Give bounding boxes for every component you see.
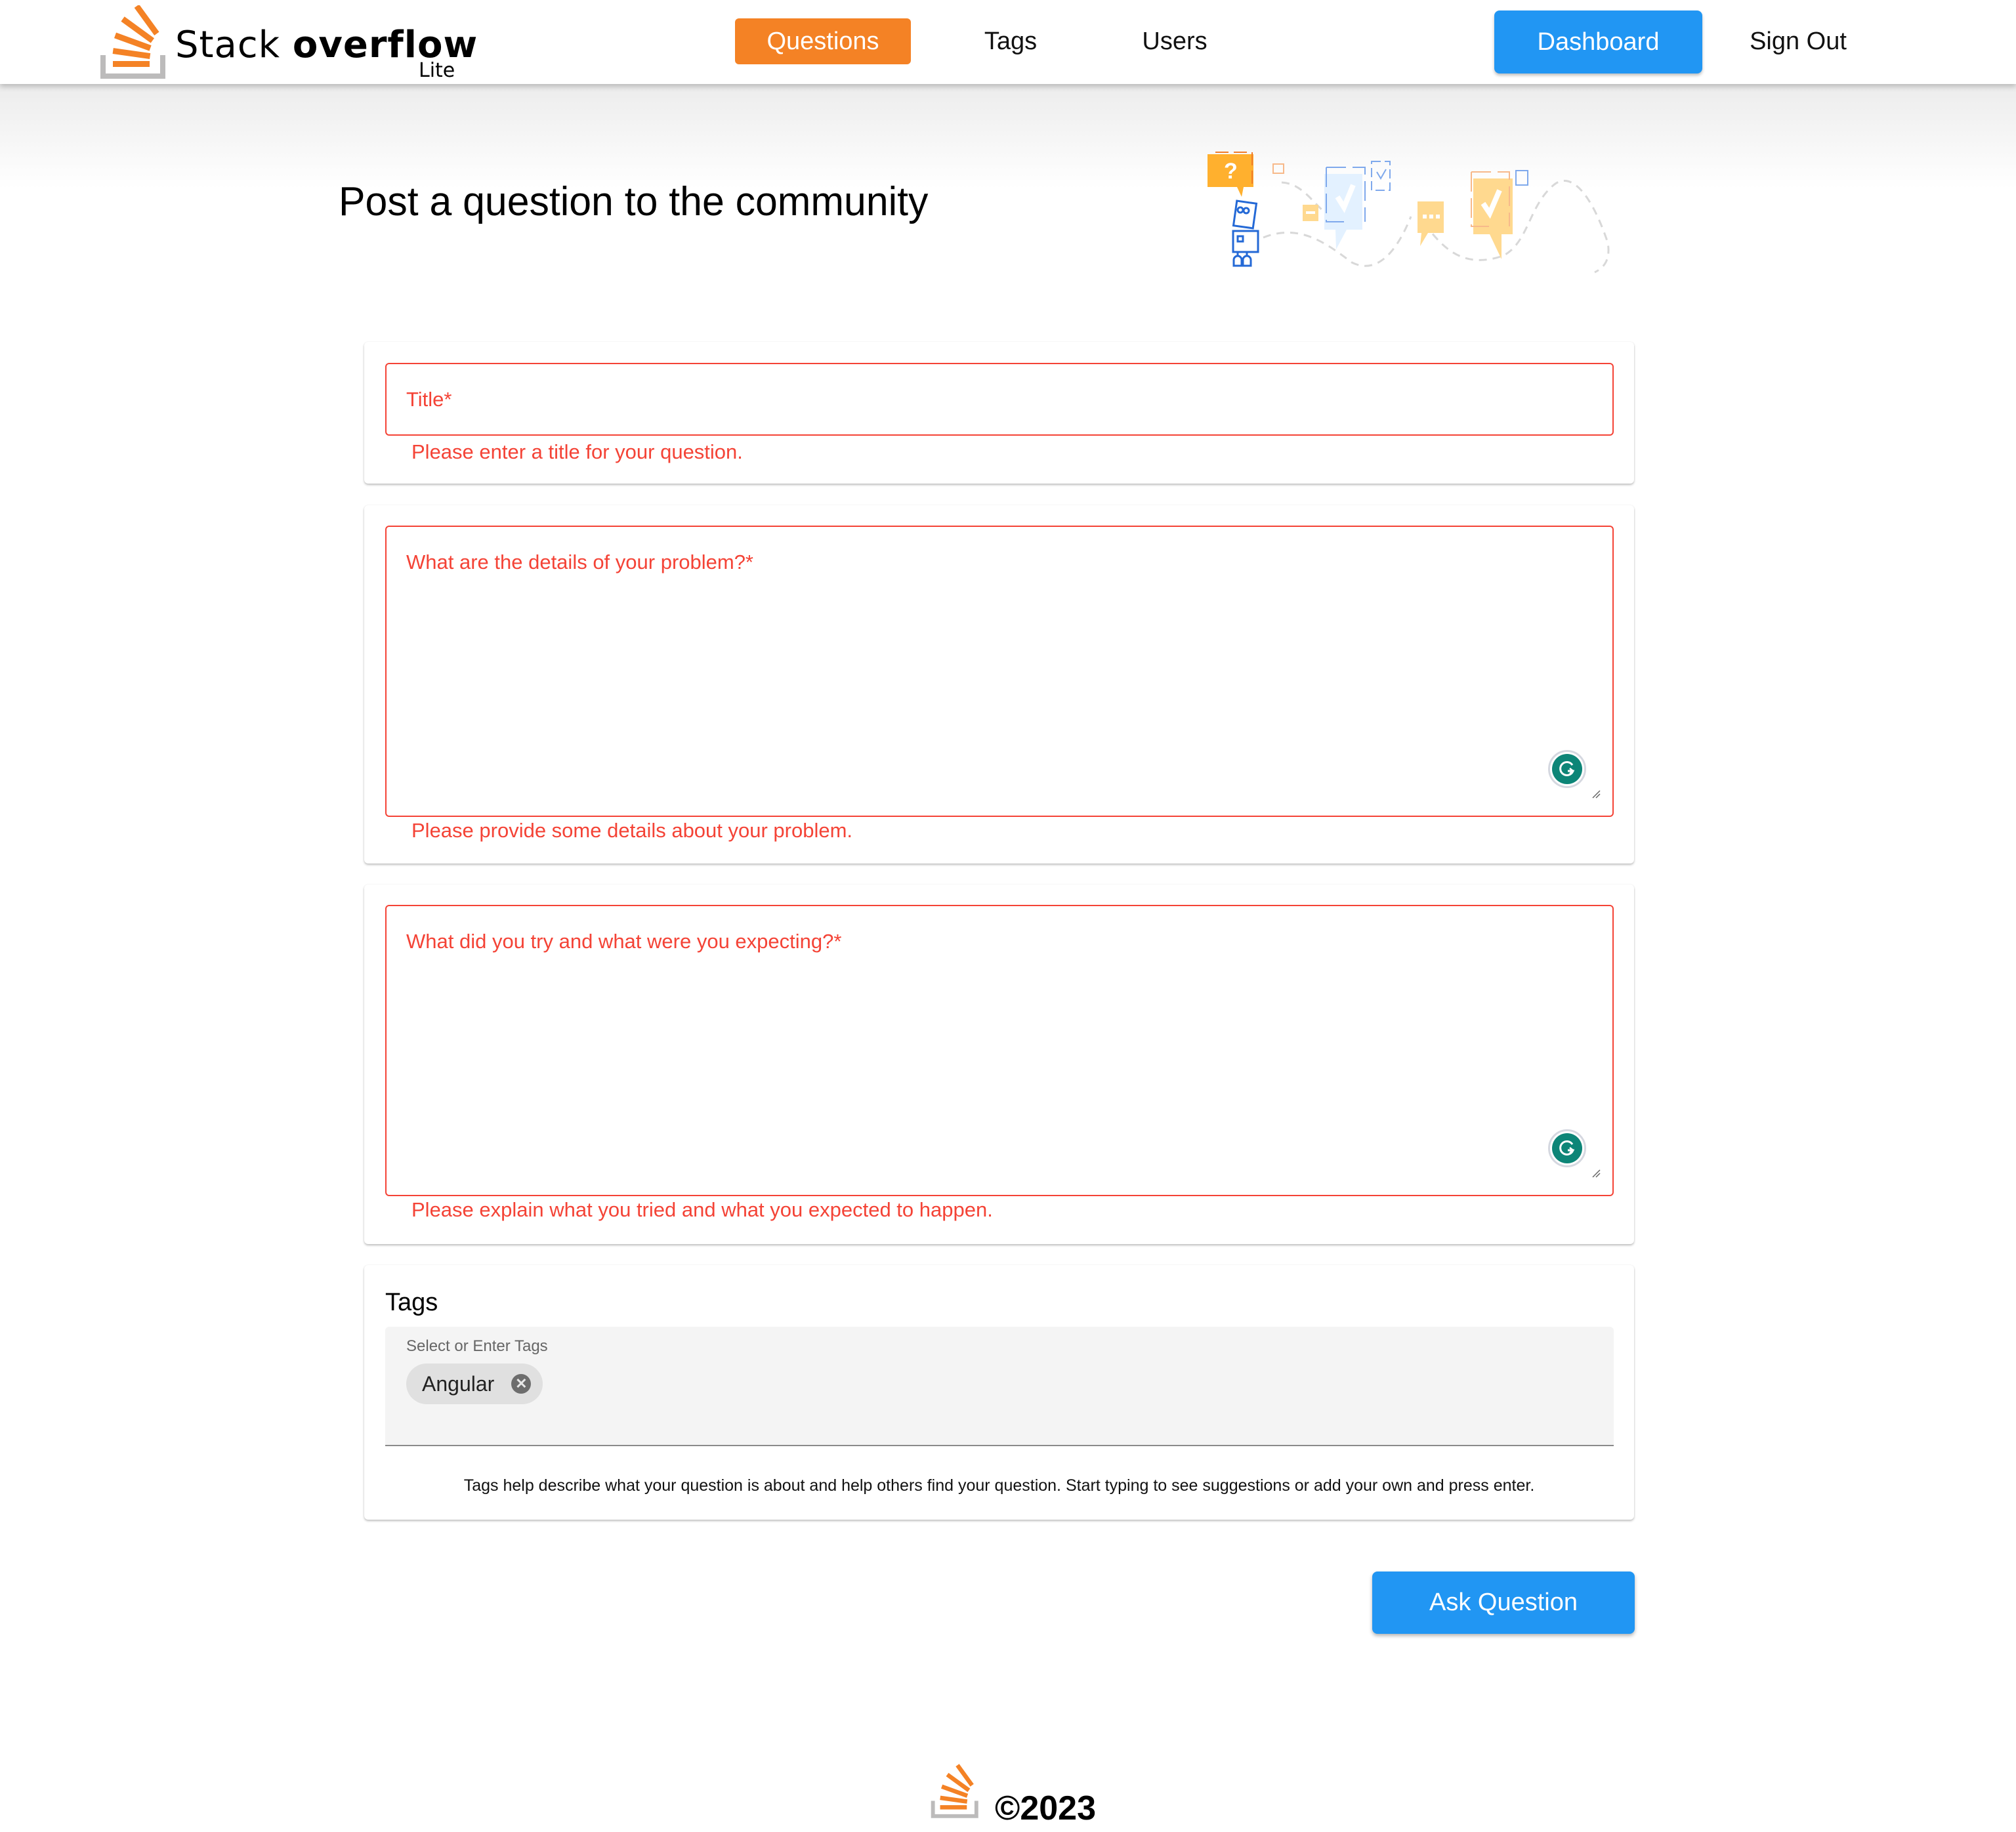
details-card: What are the details of your problem?* P… — [364, 505, 1634, 864]
expectation-error-text: Please explain what you tried and what y… — [411, 1198, 993, 1221]
page-title: Post a question to the community — [339, 179, 929, 224]
expectation-textarea[interactable]: What did you try and what were you expec… — [385, 905, 1614, 1196]
check-bubble-blue-icon — [1324, 167, 1366, 249]
details-textarea-label: What are the details of your problem?* — [406, 551, 753, 573]
details-textarea[interactable]: What are the details of your problem?* — [385, 526, 1614, 817]
brand-suffix: Lite — [419, 59, 455, 82]
resize-handle-icon[interactable] — [1591, 789, 1601, 799]
sign-out-button[interactable]: Sign Out — [1732, 18, 1864, 64]
robot-icon — [1232, 199, 1259, 267]
tags-input[interactable]: Select or Enter Tags Angular ✕ — [385, 1327, 1614, 1446]
stackoverflow-logo-icon — [931, 1764, 978, 1818]
ask-question-button[interactable]: Ask Question — [1372, 1572, 1635, 1634]
chat-bubble-orange-large-icon — [1418, 201, 1444, 246]
tag-chip[interactable]: Angular ✕ — [406, 1364, 543, 1404]
chat-bubble-orange-icon — [1303, 205, 1318, 221]
expectation-textarea-label: What did you try and what were you expec… — [406, 930, 842, 953]
robot-speech-bubbles-illustration: ? — [1208, 152, 1610, 274]
dashboard-button[interactable]: Dashboard — [1494, 10, 1702, 73]
svg-text:?: ? — [1224, 159, 1238, 184]
nav-tags[interactable]: Tags — [965, 18, 1057, 64]
check-bubble-orange-icon — [1471, 171, 1513, 259]
brand-name-regular: Stack — [175, 24, 281, 66]
small-chat-bubble-icon — [1272, 163, 1284, 174]
grammarly-icon[interactable] — [1548, 750, 1586, 788]
top-navbar: Stack overflow Lite Questions Tags Users… — [0, 0, 2016, 84]
tags-card: Tags Select or Enter Tags Angular ✕ Tags… — [364, 1265, 1634, 1520]
close-icon[interactable]: ✕ — [511, 1374, 532, 1394]
nav-users[interactable]: Users — [1129, 18, 1221, 64]
question-bubble-icon: ? — [1208, 152, 1253, 197]
grammarly-icon[interactable] — [1548, 1129, 1586, 1167]
tag-chip-label: Angular — [422, 1371, 495, 1396]
title-error-text: Please enter a title for your question. — [411, 440, 743, 463]
brand-logo[interactable]: Stack overflow Lite — [100, 5, 477, 82]
tags-input-label: Select or Enter Tags — [406, 1337, 548, 1355]
tags-heading: Tags — [385, 1289, 438, 1316]
check-bubble-small-icon — [1371, 161, 1391, 191]
expectation-card: What did you try and what were you expec… — [364, 885, 1634, 1244]
tags-hint-text: Tags help describe what your question is… — [463, 1476, 1535, 1495]
resize-handle-icon[interactable] — [1591, 1169, 1601, 1178]
nav-questions[interactable]: Questions — [735, 18, 911, 64]
title-input-label: Title* — [406, 388, 452, 411]
title-input[interactable]: Title* — [385, 363, 1614, 436]
stackoverflow-logo-icon — [100, 5, 165, 79]
chat-bubble-blue-small-icon — [1515, 170, 1528, 186]
details-error-text: Please provide some details about your p… — [411, 819, 853, 842]
footer-copyright: ©2023 — [995, 1789, 1096, 1827]
title-card: Title* Please enter a title for your que… — [364, 342, 1634, 484]
